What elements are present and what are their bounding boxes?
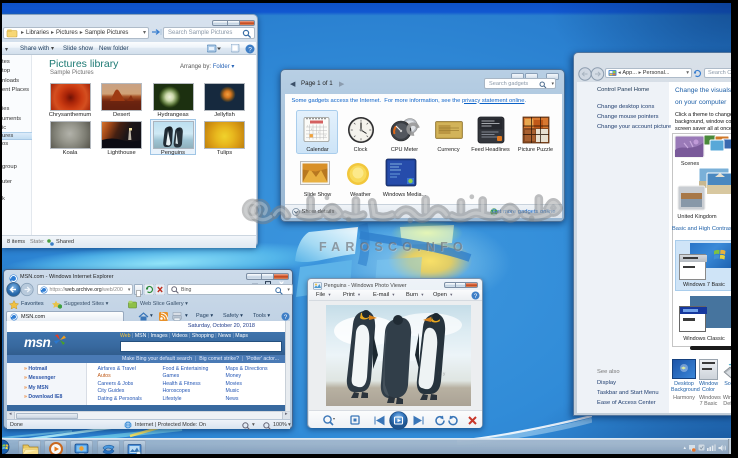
svg-text:f t y: f t y <box>438 371 446 376</box>
svg-text:?: ? <box>248 46 252 53</box>
